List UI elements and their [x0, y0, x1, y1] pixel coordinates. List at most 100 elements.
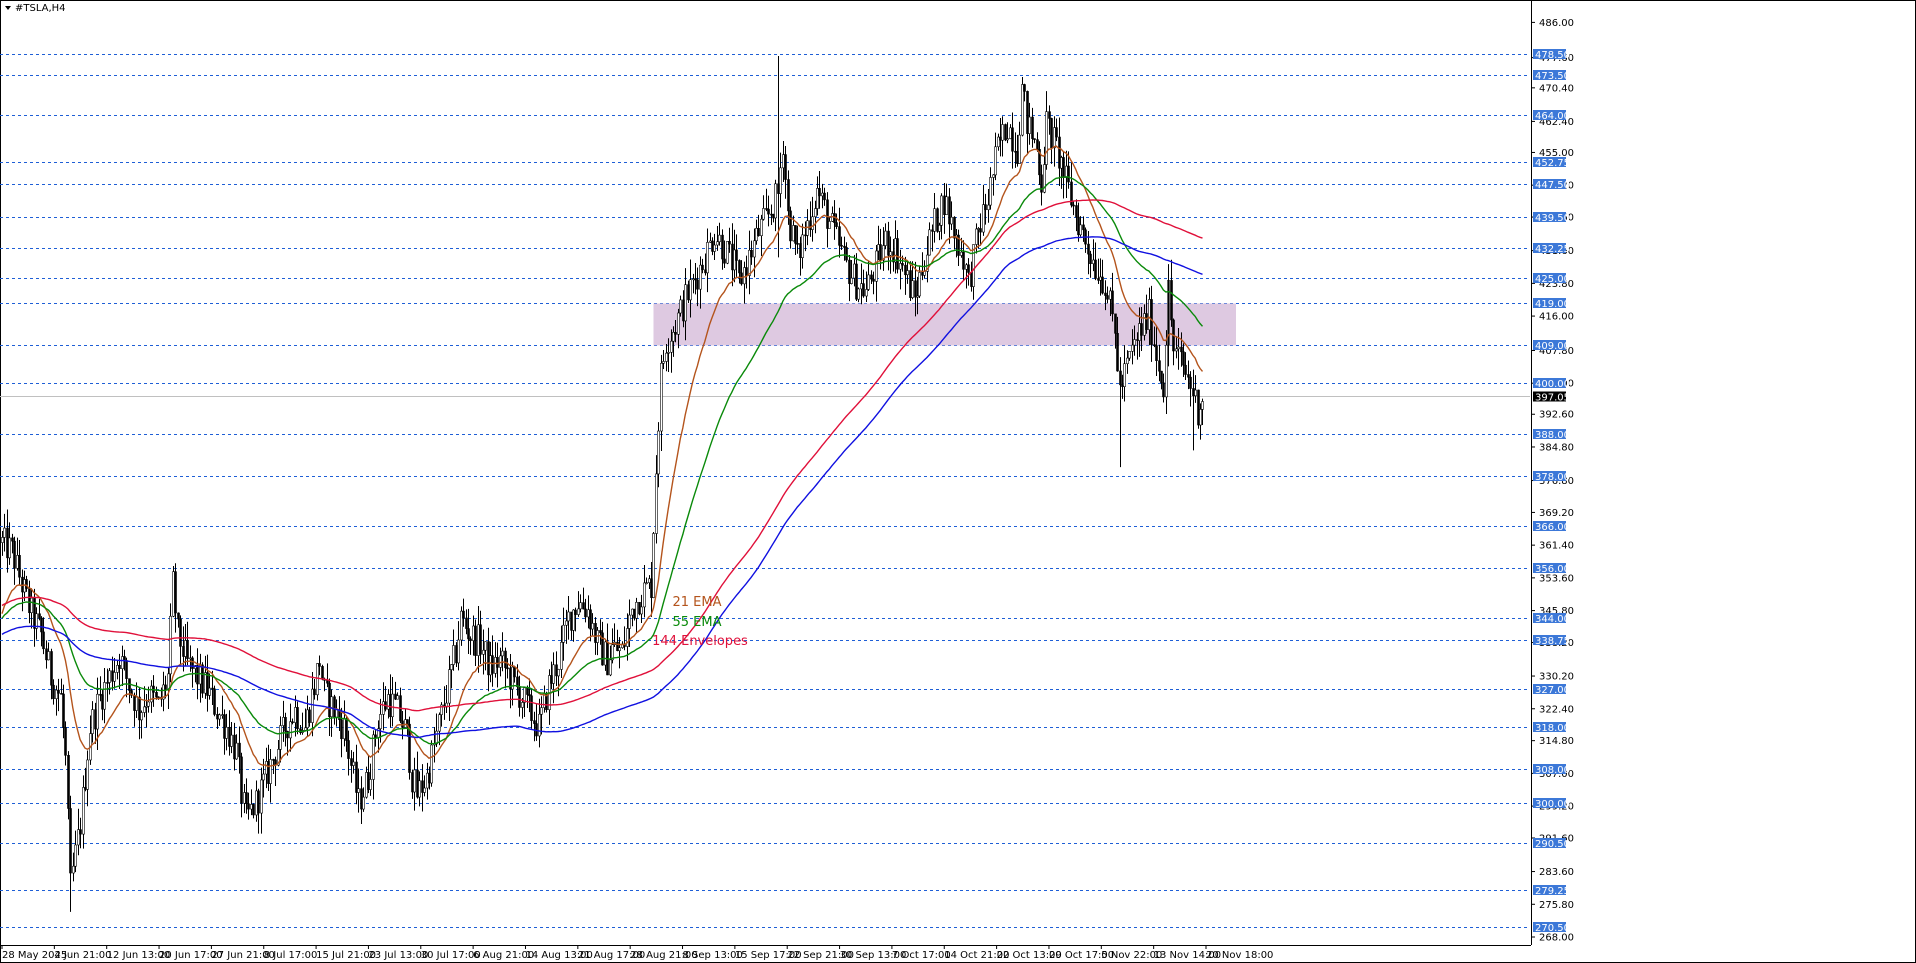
candle-body	[313, 688, 316, 696]
candle-body	[784, 154, 787, 180]
candle-body	[208, 687, 211, 696]
candle-body	[204, 672, 207, 694]
candle-body	[789, 210, 792, 242]
time-tick-label: 23 Jul 13:00	[368, 950, 428, 961]
price-chart[interactable]: 486.00477.60470.40462.40455.00447.20439.…	[0, 0, 1916, 963]
candle-body	[760, 218, 763, 237]
candle-body	[316, 663, 319, 696]
candle-body	[106, 682, 109, 684]
candle-body	[643, 582, 646, 608]
candle-body	[552, 664, 555, 684]
chart-header[interactable]: #TSLA,H4	[5, 3, 66, 14]
candle-body	[101, 694, 104, 710]
candle-body	[235, 742, 238, 760]
candle-body	[1082, 224, 1085, 231]
candle-body	[74, 844, 77, 867]
candle-body	[526, 687, 529, 695]
level-tag-label: 327.00	[1535, 685, 1570, 696]
candle-body	[670, 340, 673, 353]
level-tag-label: 478.50	[1535, 50, 1570, 61]
candle-body	[738, 260, 741, 274]
candle-body	[652, 533, 655, 598]
candle-body	[140, 712, 143, 721]
candle-body	[1, 537, 4, 543]
candle-body	[50, 651, 53, 686]
candle-body	[1160, 370, 1163, 384]
candle-body	[396, 695, 399, 700]
candle-body	[1011, 127, 1014, 152]
candle-body	[728, 241, 731, 245]
candle-body	[655, 473, 658, 534]
candle-body	[635, 601, 638, 619]
candle-body	[347, 740, 350, 759]
candle-body	[774, 183, 777, 219]
candle-body	[914, 280, 917, 298]
candle-body	[1192, 388, 1195, 397]
candle-body	[243, 792, 246, 804]
candle-body	[82, 787, 85, 835]
candle-body	[1018, 134, 1021, 164]
candle-body	[1194, 389, 1197, 397]
chart-title: #TSLA,H4	[15, 3, 66, 14]
level-tag-label: 344.00	[1535, 614, 1570, 625]
candle-body	[1175, 348, 1178, 352]
candle-body	[145, 705, 148, 708]
candle-body	[250, 804, 253, 810]
candle-body	[206, 672, 209, 696]
candle-body	[701, 264, 704, 271]
level-tag-label: 409.00	[1535, 341, 1570, 352]
candle-body	[1067, 165, 1070, 183]
candle-body	[211, 687, 214, 690]
candle-body	[247, 803, 250, 810]
candle-body	[640, 606, 643, 615]
candle-body	[787, 179, 790, 212]
candle-body	[469, 638, 472, 641]
candle-body	[1033, 138, 1036, 140]
candle-body	[462, 610, 465, 619]
candle-body	[116, 664, 119, 673]
level-tag-label: 447.50	[1535, 180, 1570, 191]
candle-body	[1087, 243, 1090, 255]
candle-body	[984, 204, 987, 211]
candle-body	[1140, 323, 1143, 336]
candle-body	[1048, 111, 1051, 119]
candle-body	[72, 865, 75, 874]
candle-body	[391, 693, 394, 718]
candle-body	[1136, 339, 1139, 341]
candle-body	[962, 251, 965, 270]
candle-body	[77, 829, 80, 846]
candle-body	[418, 780, 421, 798]
candle-body	[406, 719, 409, 725]
candle-body	[8, 537, 11, 559]
candle-body	[801, 234, 804, 258]
candle-body	[91, 709, 94, 734]
candle-body	[1097, 278, 1100, 281]
legend-envelopes: 144 Envelopes	[652, 634, 748, 649]
candle-body	[186, 640, 189, 659]
candle-body	[574, 609, 577, 615]
candle-body	[484, 641, 487, 651]
candle-body	[579, 602, 582, 610]
candle-body	[609, 659, 612, 676]
level-tag-label: 338.75	[1535, 636, 1570, 647]
candle-body	[879, 244, 882, 261]
candle-body	[372, 734, 375, 780]
candle-body	[567, 611, 570, 622]
candle-body	[865, 289, 868, 297]
candle-body	[504, 650, 507, 669]
candle-body	[216, 714, 219, 720]
candle-body	[238, 742, 241, 758]
candle-body	[79, 829, 82, 835]
candle-body	[62, 693, 65, 728]
candle-body	[1150, 299, 1153, 345]
candle-body	[1077, 216, 1080, 236]
candle-body	[933, 208, 936, 232]
time-tick-label: 15 Jul 21:00	[316, 950, 376, 961]
candle-body	[474, 625, 477, 656]
candle-body	[779, 167, 782, 194]
candle-body	[992, 174, 995, 178]
candle-body	[557, 669, 560, 677]
price-tick-label: 275.80	[1539, 900, 1574, 911]
level-tag-label: 452.75	[1535, 158, 1570, 169]
candle-body	[667, 351, 670, 354]
